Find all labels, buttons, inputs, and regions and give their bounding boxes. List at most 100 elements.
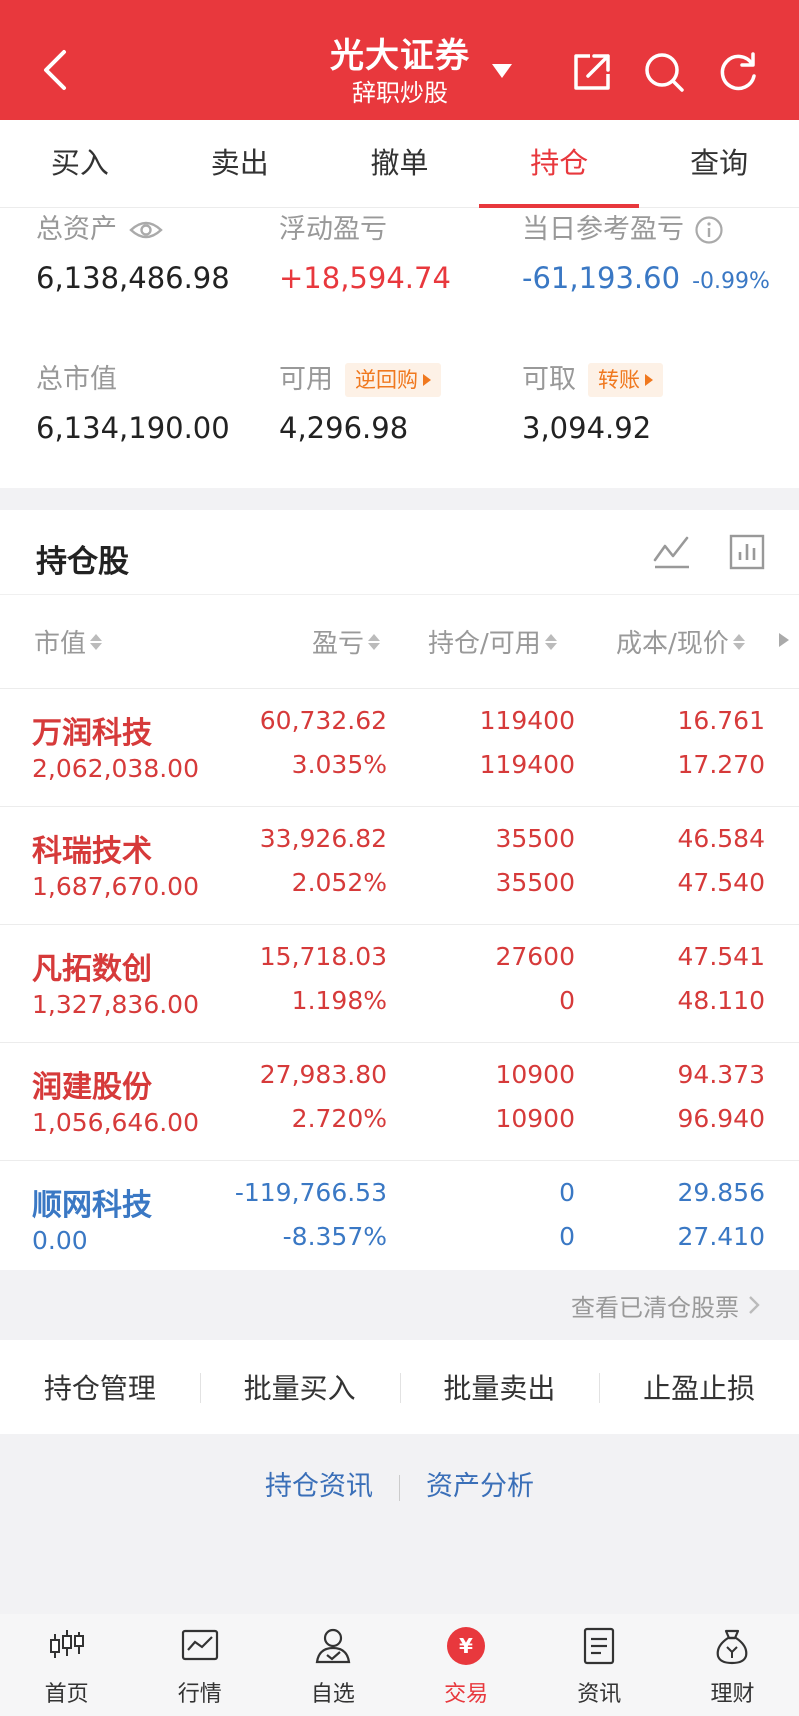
holding-row[interactable]: 润建股份 1,056,646.00 27,983.80 2.720% 10900 1090… bbox=[0, 1042, 799, 1160]
stock-pl-pct: -8.357% bbox=[282, 1222, 387, 1251]
stock-pl-pct: 3.035% bbox=[291, 750, 387, 779]
reverse-repo-button[interactable]: 逆回购 bbox=[345, 363, 441, 397]
tab-buy[interactable]: 买入 bbox=[0, 120, 160, 207]
stock-pl-pct: 2.052% bbox=[291, 868, 387, 897]
col-pl: 盈亏 bbox=[312, 629, 365, 659]
account-summary: 总资产 6,138,486.98 浮动盈亏 +18,594.74 当日参考盈亏 … bbox=[0, 208, 799, 488]
search-icon[interactable] bbox=[642, 50, 686, 94]
nav-news[interactable]: 资讯 bbox=[533, 1614, 666, 1716]
nav-trade[interactable]: ¥ 交易 bbox=[400, 1614, 533, 1716]
holding-row[interactable]: 凡拓数创 1,327,836.00 15,718.03 1.198% 27600 0 47.… bbox=[0, 924, 799, 1042]
market-value-cell: 总市值 6,134,190.00 bbox=[36, 362, 230, 446]
tab-query[interactable]: 查询 bbox=[639, 120, 799, 207]
stock-pl: 27,983.80 bbox=[259, 1060, 387, 1089]
withdrawable-cell: 可取 转账 3,094.92 bbox=[522, 362, 663, 446]
user-check-icon bbox=[315, 1628, 351, 1664]
stock-position: 35500 bbox=[495, 824, 575, 853]
share-icon[interactable] bbox=[570, 50, 614, 94]
stock-cost: 29.856 bbox=[677, 1178, 765, 1207]
stock-pl: 15,718.03 bbox=[259, 942, 387, 971]
stock-price: 48.110 bbox=[677, 986, 765, 1015]
nav-home-label: 首页 bbox=[44, 1682, 89, 1707]
arrow-right-icon bbox=[645, 374, 653, 386]
divider bbox=[399, 1474, 400, 1501]
position-management-button[interactable]: 持仓管理 bbox=[0, 1367, 200, 1407]
batch-sell-button[interactable]: 批量卖出 bbox=[399, 1367, 600, 1407]
sort-icon bbox=[544, 633, 557, 650]
floating-pl-cell: 浮动盈亏 +18,594.74 bbox=[279, 212, 451, 296]
holding-row[interactable]: 顺网科技 0.00 -119,766.53 -8.357% 0 0 29.856 27.410 bbox=[0, 1160, 799, 1278]
account-switcher[interactable]: 光大证券 辞职炒股 bbox=[300, 36, 500, 108]
stock-name: 凡拓数创 bbox=[32, 952, 152, 987]
stock-position: 119400 bbox=[479, 706, 575, 735]
position-actions: 持仓管理 批量买入 批量卖出 止盈止损 bbox=[0, 1340, 799, 1434]
holdings-panel: 持仓股 市值 盈亏 持仓/可用 成本/现价 万润科技 2,062,038.00 60… bbox=[0, 510, 799, 1270]
broker-title: 光大证券 bbox=[330, 36, 470, 76]
sort-pl[interactable]: 盈亏 bbox=[312, 623, 381, 660]
asset-analysis-link[interactable]: 资产分析 bbox=[426, 1471, 534, 1502]
tab-positions[interactable]: 持仓 bbox=[479, 120, 639, 208]
nav-market-label: 行情 bbox=[177, 1682, 222, 1707]
nav-market[interactable]: 行情 bbox=[133, 1614, 266, 1716]
stock-name: 润建股份 bbox=[32, 1070, 152, 1105]
account-name: 辞职炒股 bbox=[352, 79, 448, 107]
total-assets-value: 6,138,486.98 bbox=[36, 261, 230, 295]
holding-row[interactable]: 万润科技 2,062,038.00 60,732.62 3.035% 119400 119… bbox=[0, 688, 799, 806]
tab-cancel[interactable]: 撤单 bbox=[320, 120, 480, 207]
stock-pl: 33,926.82 bbox=[259, 824, 387, 853]
back-arrow-icon[interactable] bbox=[38, 48, 72, 92]
document-icon bbox=[584, 1627, 615, 1665]
batch-buy-button[interactable]: 批量买入 bbox=[199, 1367, 400, 1407]
candlestick-icon bbox=[49, 1630, 84, 1658]
trade-tabs: 买入 卖出 撤单 持仓 查询 bbox=[0, 120, 799, 208]
stock-price: 27.410 bbox=[677, 1222, 765, 1251]
tab-sell[interactable]: 卖出 bbox=[160, 120, 320, 207]
market-value-label: 总市值 bbox=[36, 364, 117, 395]
scroll-right-icon[interactable] bbox=[779, 633, 789, 647]
stock-available: 0 bbox=[559, 1222, 575, 1251]
stock-market-value: 1,687,670.00 bbox=[32, 872, 199, 901]
reverse-repo-label: 逆回购 bbox=[355, 368, 418, 392]
info-icon[interactable] bbox=[694, 215, 724, 245]
row-separator bbox=[0, 1042, 799, 1043]
money-bag-icon bbox=[717, 1629, 748, 1665]
stock-pl: 60,732.62 bbox=[259, 706, 387, 735]
available-value: 4,296.98 bbox=[279, 411, 409, 445]
floating-pl-value: +18,594.74 bbox=[279, 261, 451, 295]
nav-home[interactable]: 首页 bbox=[0, 1614, 133, 1716]
bottom-nav: 首页 行情 自选 ¥ 交易 资讯 理财 bbox=[0, 1614, 799, 1716]
refresh-icon[interactable] bbox=[716, 50, 760, 94]
market-chart-icon bbox=[181, 1629, 218, 1661]
nav-wealth[interactable]: 理财 bbox=[666, 1614, 799, 1716]
stock-position: 10900 bbox=[495, 1060, 575, 1089]
row-separator bbox=[0, 688, 799, 689]
cleared-stocks-link[interactable]: 查看已清仓股票 bbox=[0, 1270, 799, 1340]
holding-news-link[interactable]: 持仓资讯 bbox=[265, 1471, 373, 1502]
stock-available: 0 bbox=[559, 986, 575, 1015]
available-label: 可用 bbox=[279, 364, 333, 395]
daily-pl-value: -61,193.60 bbox=[522, 261, 681, 295]
holdings-title: 持仓股 bbox=[36, 544, 129, 580]
dropdown-caret-icon[interactable] bbox=[490, 62, 514, 80]
stock-market-value: 1,056,646.00 bbox=[32, 1108, 199, 1137]
market-value-value: 6,134,190.00 bbox=[36, 411, 230, 445]
withdrawable-label: 可取 bbox=[522, 364, 576, 395]
stock-pl-pct: 1.198% bbox=[291, 986, 387, 1015]
stock-cost: 94.373 bbox=[677, 1060, 765, 1089]
floating-pl-label: 浮动盈亏 bbox=[279, 214, 387, 245]
stock-available: 35500 bbox=[495, 868, 575, 897]
stock-cost: 16.761 bbox=[677, 706, 765, 735]
transfer-button[interactable]: 转账 bbox=[588, 363, 663, 397]
holding-row[interactable]: 科瑞技术 1,687,670.00 33,926.82 2.052% 35500 3550… bbox=[0, 806, 799, 924]
bar-chart-icon[interactable] bbox=[729, 534, 765, 570]
eye-icon[interactable] bbox=[129, 219, 163, 241]
sort-market-value[interactable]: 市值 bbox=[34, 623, 103, 660]
line-chart-icon[interactable] bbox=[653, 534, 691, 570]
stock-price: 96.940 bbox=[677, 1104, 765, 1133]
stock-name: 顺网科技 bbox=[32, 1188, 152, 1223]
nav-watchlist[interactable]: 自选 bbox=[266, 1614, 399, 1716]
sort-position[interactable]: 持仓/可用 bbox=[428, 623, 557, 660]
sort-cost-price[interactable]: 成本/现价 bbox=[616, 623, 745, 660]
take-profit-stop-loss-button[interactable]: 止盈止损 bbox=[599, 1367, 799, 1407]
cleared-stocks-label: 查看已清仓股票 bbox=[571, 1294, 739, 1322]
